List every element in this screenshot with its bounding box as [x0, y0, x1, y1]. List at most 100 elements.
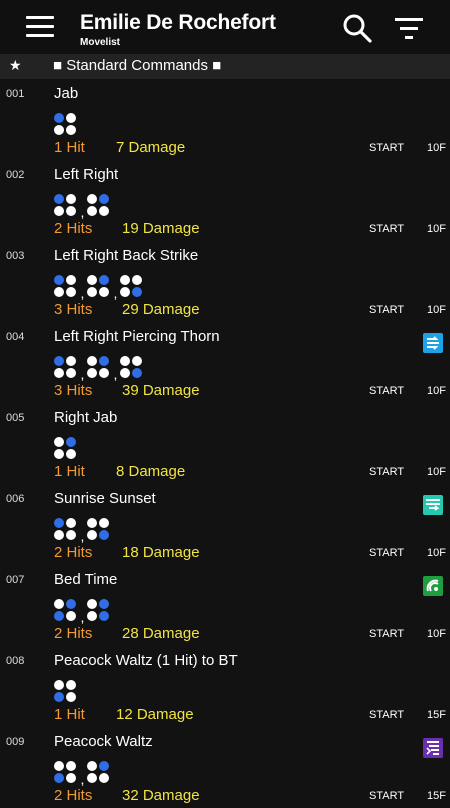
move-damage: 28 Damage — [122, 625, 200, 642]
move-name: Left Right Back Strike — [54, 247, 199, 264]
menu-icon[interactable] — [26, 16, 54, 38]
move-command: , — [54, 194, 111, 220]
page-subtitle: Movelist — [80, 37, 121, 48]
command-separator: , — [80, 609, 85, 625]
button-input-icon — [54, 275, 78, 299]
button-input-icon — [120, 275, 144, 299]
command-separator: , — [80, 771, 85, 787]
move-number: 007 — [6, 574, 25, 586]
page-title: Emilie De Rochefort — [80, 11, 276, 34]
move-row[interactable]: 004 Left Right Piercing Thorn,, 3 Hits 39 D… — [0, 327, 450, 403]
move-name: Left Right — [54, 166, 119, 183]
startup-frames: 10F — [427, 223, 446, 235]
move-row[interactable]: 007 Bed Time, 2 Hits 28 Damage START 10F — [0, 570, 450, 646]
move-command: , — [54, 599, 111, 625]
move-number: 002 — [6, 169, 25, 181]
move-command — [54, 437, 78, 461]
startup-label: START — [369, 142, 405, 154]
move-command: ,, — [54, 356, 144, 382]
move-damage: 8 Damage — [116, 463, 186, 480]
startup-frames: 10F — [427, 628, 446, 640]
move-damage: 39 Damage — [122, 382, 200, 399]
startup-frames: 15F — [427, 709, 446, 721]
move-command: , — [54, 518, 111, 544]
move-hits: 2 Hits — [54, 544, 93, 561]
startup-frames: 10F — [427, 304, 446, 316]
app-bar: Emilie De Rochefort Movelist — [0, 0, 450, 54]
move-hits: 1 Hit — [54, 706, 85, 723]
button-input-icon — [54, 113, 78, 137]
startup-label: START — [369, 385, 405, 397]
command-separator: , — [80, 528, 85, 544]
favorite-star-icon[interactable]: ★ — [9, 57, 22, 74]
move-name: Left Right Piercing Thorn — [54, 328, 220, 345]
move-name: Sunrise Sunset — [54, 490, 156, 507]
button-input-icon — [87, 356, 111, 380]
startup-frames: 10F — [427, 547, 446, 559]
button-input-icon — [87, 275, 111, 299]
move-hits: 1 Hit — [54, 463, 85, 480]
startup-frames: 10F — [427, 466, 446, 478]
power-crush-icon — [423, 495, 443, 515]
move-hits: 2 Hits — [54, 787, 93, 804]
button-input-icon — [87, 518, 111, 542]
command-separator: , — [80, 204, 85, 220]
move-damage: 32 Damage — [122, 787, 200, 804]
move-number: 008 — [6, 655, 25, 667]
move-row[interactable]: 009 Peacock Waltz, 2 Hits 32 Damage START 15F — [0, 732, 450, 808]
move-name: Peacock Waltz (1 Hit) to BT — [54, 652, 238, 669]
move-row[interactable]: 008 Peacock Waltz (1 Hit) to BT 1 Hit 12 Da… — [0, 651, 450, 727]
move-damage: 12 Damage — [116, 706, 194, 723]
startup-label: START — [369, 547, 405, 559]
section-title: ■ Standard Commands ■ — [53, 57, 222, 74]
startup-frames: 10F — [427, 142, 446, 154]
move-number: 005 — [6, 412, 25, 424]
startup-frames: 10F — [427, 385, 446, 397]
move-row[interactable]: 006 Sunrise Sunset, 2 Hits 18 Damage START 10… — [0, 489, 450, 565]
section-header: ★ ■ Standard Commands ■ — [0, 54, 450, 79]
move-command — [54, 113, 78, 137]
command-separator: , — [113, 366, 118, 382]
move-row[interactable]: 001 Jab 1 Hit 7 Damage START 10F — [0, 84, 450, 160]
move-command — [54, 680, 78, 704]
move-name: Jab — [54, 85, 79, 102]
move-number: 004 — [6, 331, 25, 343]
filter-icon[interactable] — [394, 16, 424, 40]
move-damage: 7 Damage — [116, 139, 186, 156]
button-input-icon — [54, 599, 78, 623]
move-name: Right Jab — [54, 409, 118, 426]
button-input-icon — [54, 518, 78, 542]
button-input-icon — [54, 356, 78, 380]
move-row[interactable]: 005 Right Jab 1 Hit 8 Damage START 10F — [0, 408, 450, 484]
button-input-icon — [54, 437, 78, 461]
move-damage: 18 Damage — [122, 544, 200, 561]
move-damage: 19 Damage — [122, 220, 200, 237]
move-hits: 3 Hits — [54, 301, 93, 318]
move-command: ,, — [54, 275, 144, 301]
search-icon[interactable] — [342, 13, 372, 43]
move-name: Bed Time — [54, 571, 118, 588]
startup-label: START — [369, 304, 405, 316]
move-number: 009 — [6, 736, 25, 748]
startup-label: START — [369, 628, 405, 640]
move-name: Peacock Waltz — [54, 733, 153, 750]
startup-label: START — [369, 709, 405, 721]
button-input-icon — [87, 761, 111, 785]
homing-icon — [423, 576, 443, 596]
button-input-icon — [87, 599, 111, 623]
startup-label: START — [369, 790, 405, 802]
command-separator: , — [80, 366, 85, 382]
startup-frames: 15F — [427, 790, 446, 802]
heat-engager-icon — [423, 333, 443, 353]
command-separator: , — [113, 285, 118, 301]
move-hits: 2 Hits — [54, 625, 93, 642]
move-row[interactable]: 003 Left Right Back Strike,, 3 Hits 29 Dama… — [0, 246, 450, 322]
move-damage: 29 Damage — [122, 301, 200, 318]
command-separator: , — [80, 285, 85, 301]
move-number: 001 — [6, 88, 25, 100]
startup-label: START — [369, 466, 405, 478]
move-hits: 3 Hits — [54, 382, 93, 399]
button-input-icon — [120, 356, 144, 380]
move-row[interactable]: 002 Left Right, 2 Hits 19 Damage START 10F — [0, 165, 450, 241]
button-input-icon — [87, 194, 111, 218]
